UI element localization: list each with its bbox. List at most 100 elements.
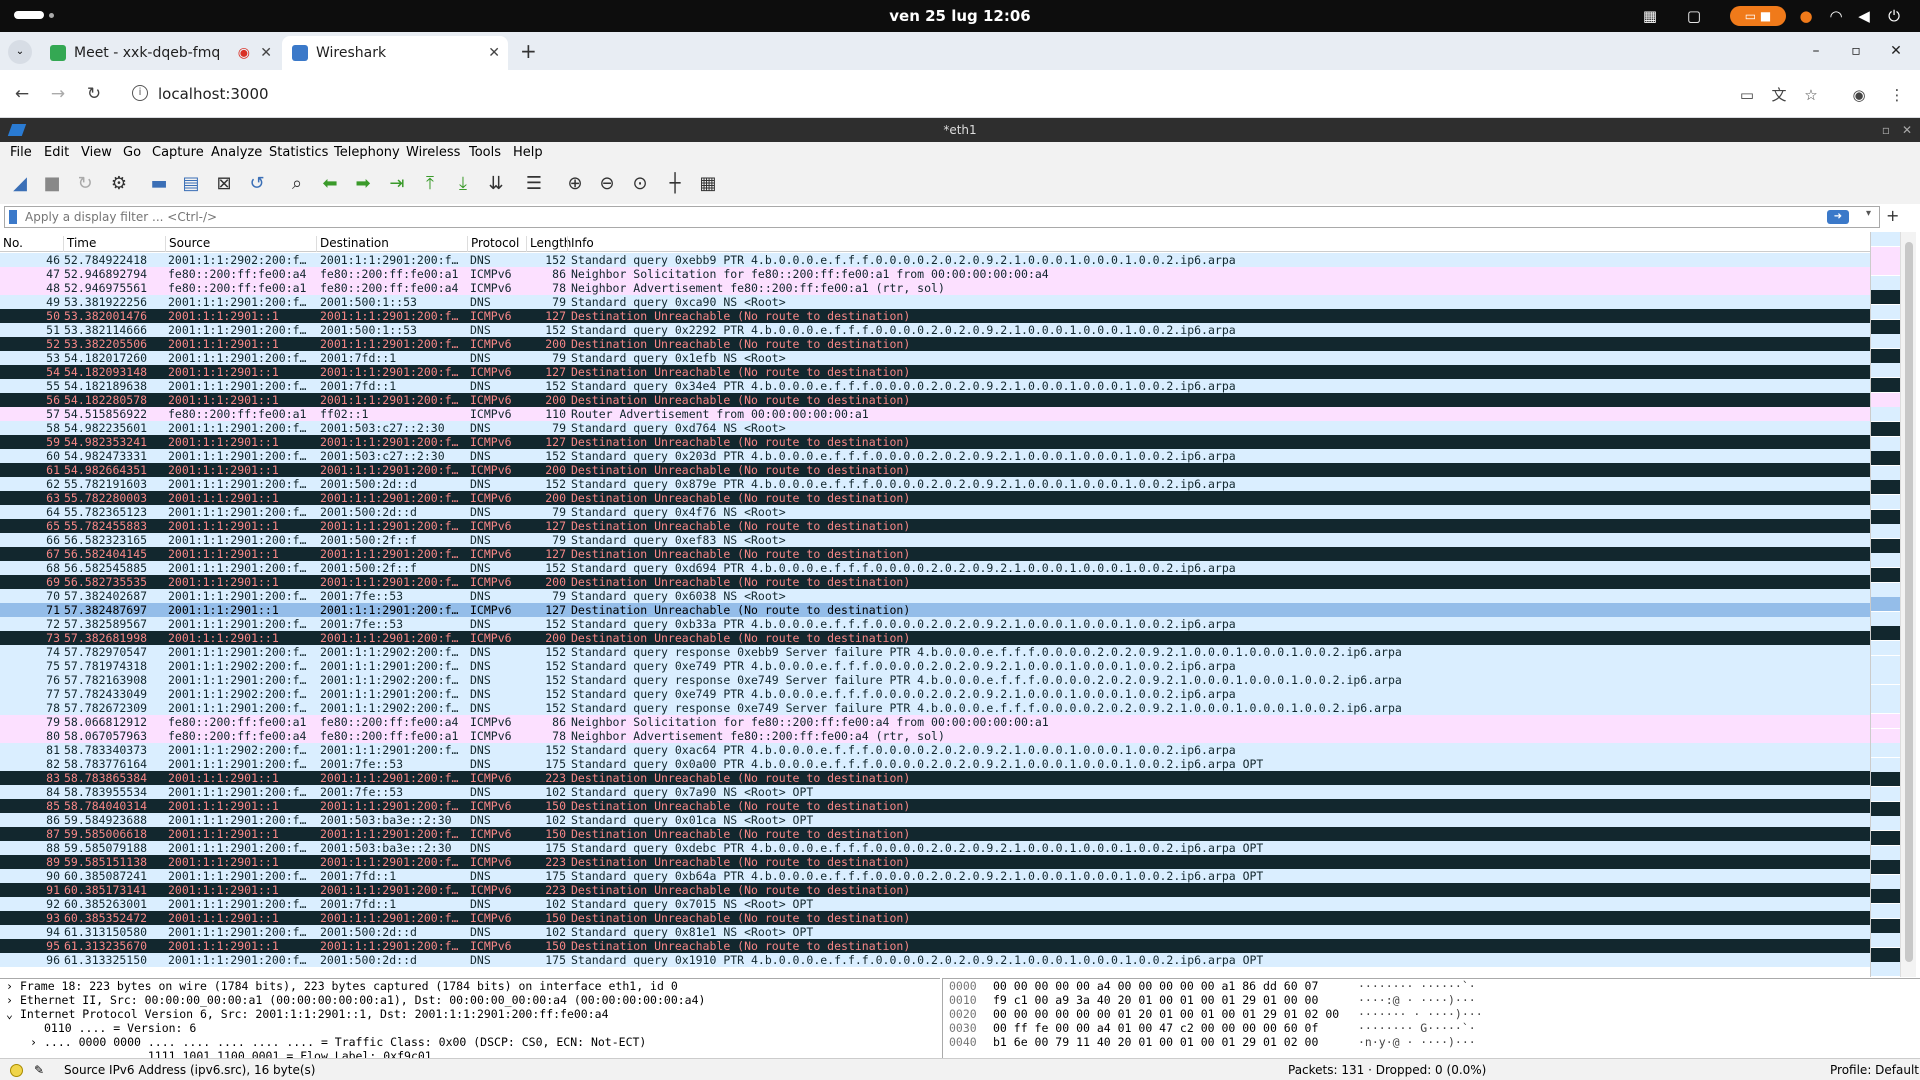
packet-row[interactable]: 85 58.784040314 2001:1:1:2901::1 2001:1:1:2… bbox=[0, 799, 1870, 813]
col-time[interactable]: Time bbox=[63, 236, 96, 252]
packet-row[interactable]: 83 58.783865384 2001:1:1:2901::1 2001:1:1:2… bbox=[0, 771, 1870, 785]
menu-go[interactable]: Go bbox=[123, 145, 141, 160]
open-file-icon[interactable]: ▬ bbox=[146, 170, 172, 196]
colorize-icon[interactable]: ☰ bbox=[521, 170, 547, 196]
expand-arrow-icon[interactable]: › bbox=[30, 1035, 44, 1049]
display-filter-input[interactable] bbox=[25, 207, 1825, 227]
packet-row[interactable]: 81 58.783340373 2001:1:1:2902:200:f… 2001:1… bbox=[0, 743, 1870, 757]
auto-scroll-icon[interactable]: ⇊ bbox=[483, 170, 509, 196]
restart-capture-icon[interactable]: ↻ bbox=[72, 170, 98, 196]
packet-list[interactable]: 46 52.784922418 2001:1:1:2902:200:f… 2001:1… bbox=[0, 253, 1870, 973]
stop-capture-icon[interactable]: ■ bbox=[39, 170, 65, 196]
expand-arrow-icon[interactable]: › bbox=[6, 979, 20, 993]
packet-row[interactable]: 76 57.782163908 2001:1:1:2901:200:f… 2001:1… bbox=[0, 673, 1870, 687]
packet-row[interactable]: 49 53.381922256 2001:1:1:2901:200:f… 2001:5… bbox=[0, 295, 1870, 309]
go-to-packet-icon[interactable]: ⇥ bbox=[384, 170, 410, 196]
packet-row[interactable]: 90 60.385087241 2001:1:1:2901:200:f… 2001:7… bbox=[0, 869, 1870, 883]
packet-row[interactable]: 80 58.067057963 fe80::200:ff:fe00:a4 fe80::… bbox=[0, 729, 1870, 743]
packet-minimap[interactable] bbox=[1870, 232, 1901, 977]
screen-share-indicator[interactable]: ▭ ■ bbox=[1730, 6, 1786, 26]
new-tab-button[interactable]: + bbox=[520, 36, 537, 66]
packet-row[interactable]: 89 59.585151138 2001:1:1:2901::1 2001:1:1:2… bbox=[0, 855, 1870, 869]
menu-statistics[interactable]: Statistics bbox=[269, 145, 328, 160]
zoom-in-icon[interactable]: ⊕ bbox=[562, 170, 588, 196]
detail-tree-item[interactable]: › Ethernet II, Src: 00:00:00_00:00:a1 (00… bbox=[0, 993, 940, 1007]
packet-row[interactable]: 47 52.946892794 fe80::200:ff:fe00:a4 fe80::… bbox=[0, 267, 1870, 281]
close-tab-wireshark-icon[interactable]: ✕ bbox=[488, 36, 500, 70]
hex-line[interactable]: 0010 f9 c1 00 a9 3a 40 20 01 00 01 00 01 … bbox=[943, 993, 1920, 1007]
status-profile[interactable]: Profile: Default bbox=[1830, 1063, 1919, 1077]
packet-row[interactable]: 56 54.182280578 2001:1:1:2901::1 2001:1:1:2… bbox=[0, 393, 1870, 407]
menu-telephony[interactable]: Telephony bbox=[334, 145, 400, 160]
apply-filter-icon[interactable]: ➜ bbox=[1827, 210, 1849, 224]
detail-tree-item[interactable]: ⌄ Internet Protocol Version 6, Src: 2001:… bbox=[0, 1007, 940, 1021]
detail-tree-item[interactable]: › Frame 18: 223 bytes on wire (1784 bits)… bbox=[0, 979, 940, 993]
packet-row[interactable]: 61 54.982664351 2001:1:1:2901::1 2001:1:1:2… bbox=[0, 463, 1870, 477]
packet-row[interactable]: 48 52.946975561 fe80::200:ff:fe00:a1 fe80::… bbox=[0, 281, 1870, 295]
tab-meet[interactable]: Meet - xxk-dqeb-fmq ◉ ✕ bbox=[40, 36, 280, 70]
cast-icon[interactable]: ▭ bbox=[1736, 84, 1758, 106]
packet-row[interactable]: 68 56.582545885 2001:1:1:2901:200:f… 2001:5… bbox=[0, 561, 1870, 575]
menu-edit[interactable]: Edit bbox=[44, 145, 69, 160]
packet-row[interactable]: 74 57.782970547 2001:1:1:2901:200:f… 2001:1… bbox=[0, 645, 1870, 659]
packet-row[interactable]: 91 60.385173141 2001:1:1:2901::1 2001:1:1:2… bbox=[0, 883, 1870, 897]
packet-row[interactable]: 70 57.382402687 2001:1:1:2901:200:f… 2001:7… bbox=[0, 589, 1870, 603]
packet-row[interactable]: 72 57.382589567 2001:1:1:2901:200:f… 2001:7… bbox=[0, 617, 1870, 631]
add-filter-button-icon[interactable]: + bbox=[1886, 206, 1899, 225]
packet-row[interactable]: 92 60.385263001 2001:1:1:2901:200:f… 2001:7… bbox=[0, 897, 1870, 911]
close-tab-meet-icon[interactable]: ✕ bbox=[260, 36, 272, 70]
hex-line[interactable]: 0040 b1 6e 00 79 11 40 20 01 00 01 00 01 … bbox=[943, 1035, 1920, 1049]
packet-details-pane[interactable]: › Frame 18: 223 bytes on wire (1784 bits)… bbox=[0, 978, 940, 1063]
save-file-icon[interactable]: ▤ bbox=[178, 170, 204, 196]
zoom-out-icon[interactable]: ⊖ bbox=[594, 170, 620, 196]
packet-row[interactable]: 54 54.182093148 2001:1:1:2901::1 2001:1:1:2… bbox=[0, 365, 1870, 379]
profile-icon[interactable]: ◉ bbox=[1848, 84, 1870, 106]
packet-row[interactable]: 62 55.782191603 2001:1:1:2901:200:f… 2001:5… bbox=[0, 477, 1870, 491]
site-info-icon[interactable]: i bbox=[132, 85, 148, 101]
microphone-icon[interactable]: ● bbox=[1796, 6, 1816, 26]
expert-info-icon[interactable] bbox=[10, 1064, 23, 1077]
packet-row[interactable]: 73 57.382681998 2001:1:1:2901::1 2001:1:1:2… bbox=[0, 631, 1870, 645]
menu-tools[interactable]: Tools bbox=[469, 145, 501, 160]
col-length[interactable]: Length bbox=[526, 236, 571, 252]
go-back-icon[interactable]: ⬅ bbox=[317, 170, 343, 196]
col-protocol[interactable]: Protocol bbox=[467, 236, 519, 252]
address-bar[interactable]: i localhost:3000 bbox=[120, 76, 1740, 112]
workspace-grid-icon[interactable]: ▦ bbox=[1640, 6, 1660, 26]
packet-row[interactable]: 57 54.515856922 fe80::200:ff:fe00:a1 ff02::… bbox=[0, 407, 1870, 421]
ws-restore-icon[interactable]: ▫ bbox=[1882, 118, 1890, 142]
hex-line[interactable]: 0020 00 00 00 00 00 00 01 20 01 00 01 00 … bbox=[943, 1007, 1920, 1021]
maximize-window-button[interactable]: ▫ bbox=[1836, 32, 1876, 70]
packet-row[interactable]: 64 55.782365123 2001:1:1:2901:200:f… 2001:5… bbox=[0, 505, 1870, 519]
packet-row[interactable]: 96 61.313325150 2001:1:1:2901:200:f… 2001:5… bbox=[0, 953, 1870, 967]
close-file-icon[interactable]: ⊠ bbox=[211, 170, 237, 196]
packet-row[interactable]: 65 55.782455883 2001:1:1:2901::1 2001:1:1:2… bbox=[0, 519, 1870, 533]
hex-line[interactable]: 0030 00 ff fe 00 00 a4 01 00 47 c2 00 00 … bbox=[943, 1021, 1920, 1035]
packet-row[interactable]: 84 58.783955534 2001:1:1:2901:200:f… 2001:7… bbox=[0, 785, 1870, 799]
bookmark-star-icon[interactable]: ☆ bbox=[1800, 84, 1822, 106]
forward-icon[interactable]: → bbox=[46, 82, 70, 106]
normal-size-icon[interactable]: ⊙ bbox=[627, 170, 653, 196]
packet-row[interactable]: 63 55.782280003 2001:1:1:2901::1 2001:1:1:2… bbox=[0, 491, 1870, 505]
layout-icon[interactable]: ▦ bbox=[695, 170, 721, 196]
ws-close-icon[interactable]: ✕ bbox=[1902, 118, 1912, 142]
start-capture-icon[interactable]: ◢ bbox=[7, 170, 33, 196]
menu-help[interactable]: Help bbox=[513, 145, 543, 160]
bookmark-filter-icon[interactable] bbox=[9, 210, 17, 224]
menu-view[interactable]: View bbox=[81, 145, 112, 160]
col-source[interactable]: Source bbox=[165, 236, 210, 252]
packet-row[interactable]: 58 54.982235601 2001:1:1:2901:200:f… 2001:5… bbox=[0, 421, 1870, 435]
col-destination[interactable]: Destination bbox=[316, 236, 389, 252]
packet-row[interactable]: 67 56.582404145 2001:1:1:2901::1 2001:1:1:2… bbox=[0, 547, 1870, 561]
edit-comment-icon[interactable]: ✎ bbox=[34, 1063, 44, 1077]
detail-tree-item[interactable]: 0110 .... = Version: 6 bbox=[0, 1021, 940, 1035]
capture-options-icon[interactable]: ⚙ bbox=[106, 170, 132, 196]
packet-row[interactable]: 79 58.066812912 fe80::200:ff:fe00:a1 fe80::… bbox=[0, 715, 1870, 729]
tab-search-button[interactable]: ⌄ bbox=[8, 40, 32, 64]
close-window-button[interactable]: ✕ bbox=[1876, 32, 1916, 70]
packet-bytes-pane[interactable]: 0000 00 00 00 00 00 a4 00 00 00 00 00 a1 … bbox=[942, 978, 1920, 1058]
reload-icon[interactable]: ↻ bbox=[82, 82, 106, 106]
packet-row[interactable]: 50 53.382001476 2001:1:1:2901::1 2001:1:1:2… bbox=[0, 309, 1870, 323]
resize-columns-icon[interactable]: ┼ bbox=[662, 170, 688, 196]
packet-row[interactable]: 82 58.783776164 2001:1:1:2901:200:f… 2001:7… bbox=[0, 757, 1870, 771]
